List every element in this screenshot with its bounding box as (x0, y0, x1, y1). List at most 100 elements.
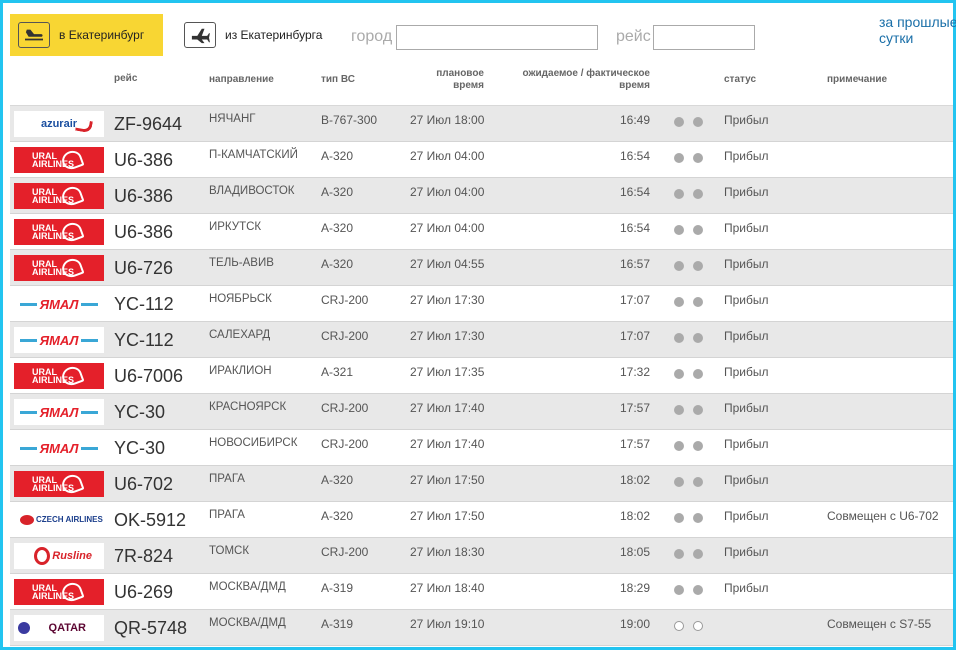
col-actual: ожидаемое / фактическое время (500, 68, 650, 92)
airline-logo-text: azurair (40, 118, 78, 130)
table-row[interactable]: Rusline 7R-824 ТОМСК CRJ-200 27 Июл 18:30 18:… (10, 538, 953, 574)
scheduled-time: 27 Июл 18:30 (410, 545, 485, 559)
table-row[interactable]: URAL AIRLINES U6-386 ВЛАДИВОСТОК A-320 27 Ию… (10, 178, 953, 214)
actual-time: 16:57 (619, 257, 650, 271)
actual-time: 17:32 (619, 365, 650, 379)
scheduled-time: 27 Июл 17:50 (410, 509, 485, 523)
destination: ИРКУТСК (209, 221, 262, 233)
flight-number[interactable]: QR-5748 (114, 618, 187, 639)
airline-logo: URAL AIRLINES (14, 183, 104, 209)
tab-arrivals-label: в Екатеринбург (59, 28, 145, 42)
table-row[interactable]: URAL AIRLINES U6-269 МОСКВА/ДМД A-319 27 Июл… (10, 574, 953, 610)
tab-arrivals[interactable]: в Екатеринбург (10, 14, 163, 56)
col-scheduled-line1: плановое (436, 68, 484, 79)
table-row[interactable]: URAL AIRLINES U6-726 ТЕЛЬ-АВИВ A-320 27 Июл … (10, 250, 953, 286)
destination: НОВОСИБИРСК (209, 437, 298, 449)
airline-logo-text: Rusline (52, 550, 92, 562)
aircraft-type: A-320 (321, 221, 354, 235)
status-dot-icon (693, 441, 703, 451)
flight-number[interactable]: YC-30 (114, 438, 165, 459)
scheduled-time: 27 Июл 17:50 (410, 473, 485, 487)
destination: КРАСНОЯРСК (209, 401, 287, 413)
flight-status: Прибыл (724, 293, 769, 307)
rusline-mark-icon (34, 547, 50, 565)
airline-logo: URAL AIRLINES (14, 255, 104, 281)
previous-day-link-line2: сутки (879, 30, 914, 46)
flight-status: Прибыл (724, 185, 769, 199)
flight-number[interactable]: U6-7006 (114, 366, 183, 387)
flight-number[interactable]: U6-726 (114, 258, 173, 279)
col-actual-line2: время (619, 80, 650, 91)
flight-number[interactable]: 7R-824 (114, 546, 173, 567)
flight-number[interactable]: YC-30 (114, 402, 165, 423)
actual-time: 17:57 (619, 401, 650, 415)
flight-status: Прибыл (724, 401, 769, 415)
scheduled-time: 27 Июл 17:30 (410, 329, 485, 343)
airline-logo-text: CZECH AIRLINES (36, 515, 103, 524)
actual-time: 17:57 (619, 437, 650, 451)
flight-number[interactable]: U6-269 (114, 582, 173, 603)
aircraft-type: CRJ-200 (321, 437, 369, 451)
table-row[interactable]: ЯМАЛ YC-30 КРАСНОЯРСК CRJ-200 27 Июл 17:40 17… (10, 394, 953, 430)
flight-number[interactable]: YC-112 (114, 330, 174, 351)
flight-number[interactable]: U6-386 (114, 222, 173, 243)
flight-number[interactable]: U6-386 (114, 150, 173, 171)
table-row[interactable]: azurair ZF-9644 НЯЧАНГ B-767-300 27 Июл 18:0… (10, 106, 953, 142)
destination: НЯЧАНГ (209, 113, 256, 125)
col-note: примечание (827, 74, 888, 85)
aircraft-type: CRJ-200 (321, 293, 369, 307)
destination: ИРАКЛИОН (209, 365, 272, 377)
airline-logo-text: ЯМАЛ (36, 404, 82, 420)
tab-departures-label: из Екатеринбурга (225, 28, 323, 42)
actual-time: 18:29 (619, 581, 650, 595)
aircraft-type: A-320 (321, 149, 354, 163)
scheduled-time: 27 Июл 17:40 (410, 401, 485, 415)
status-dot-icon (674, 477, 684, 487)
airline-logo: URAL AIRLINES (14, 471, 104, 497)
flight-number[interactable]: ZF-9644 (114, 114, 182, 135)
flight-number[interactable]: OK-5912 (114, 510, 186, 531)
table-row[interactable]: ЯМАЛ YC-112 НОЯБРЬСК CRJ-200 27 Июл 17:30 17:… (10, 286, 953, 322)
status-dot-icon (693, 297, 703, 307)
status-dot-icon (693, 333, 703, 343)
city-search-label: город (351, 28, 393, 45)
actual-time: 16:54 (619, 185, 650, 199)
table-body: azurair ZF-9644 НЯЧАНГ B-767-300 27 Июл 18:0… (10, 106, 953, 646)
plane-takeoff-icon (184, 22, 216, 48)
status-dot-icon (693, 369, 703, 379)
airline-logo-text: ЯМАЛ (36, 296, 82, 312)
flight-status: Прибыл (724, 257, 769, 271)
destination: ТЕЛЬ-АВИВ (209, 257, 274, 269)
status-dot-icon (674, 117, 684, 127)
status-dot-icon (674, 513, 684, 523)
table-row[interactable]: ЯМАЛ YC-112 САЛЕХАРД CRJ-200 27 Июл 17:30 17:… (10, 322, 953, 358)
actual-time: 19:00 (619, 617, 650, 631)
table-row[interactable]: ЯМАЛ YC-30 НОВОСИБИРСК CRJ-200 27 Июл 17:40 1… (10, 430, 953, 466)
table-row[interactable]: QATAR QR-5748 МОСКВА/ДМД A-319 27 Июл 19:10 1… (10, 610, 953, 646)
status-dot-icon (674, 549, 684, 559)
destination: ВЛАДИВОСТОК (209, 185, 295, 197)
destination: МОСКВА/ДМД (209, 581, 286, 593)
destination: ПРАГА (209, 509, 245, 521)
flight-number[interactable]: U6-702 (114, 474, 173, 495)
previous-day-link-line1: за прошлые (879, 14, 956, 30)
airline-logo: Rusline (14, 543, 104, 569)
city-search-input[interactable] (396, 25, 598, 50)
table-row[interactable]: URAL AIRLINES U6-702 ПРАГА A-320 27 Июл 17:5… (10, 466, 953, 502)
flight-search-input[interactable] (653, 25, 755, 50)
table-row[interactable]: CZECH AIRLINES OK-5912 ПРАГА A-320 27 Июл 17… (10, 502, 953, 538)
table-row[interactable]: URAL AIRLINES U6-386 ИРКУТСК A-320 27 Июл 04… (10, 214, 953, 250)
flight-status: Прибыл (724, 545, 769, 559)
tab-departures[interactable]: из Екатеринбурга (176, 14, 336, 56)
airline-logo: azurair (14, 111, 104, 137)
actual-time: 17:07 (619, 293, 650, 307)
previous-day-link[interactable]: за прошлые сутки (879, 14, 956, 46)
flight-board-frame: в Екатеринбург из Екатеринбурга город ре… (0, 0, 956, 650)
flight-status: Прибыл (724, 437, 769, 451)
table-row[interactable]: URAL AIRLINES U6-386 П-КАМЧАТСКИЙ A-320 27 И… (10, 142, 953, 178)
flight-search-label: рейс (616, 28, 651, 45)
table-row[interactable]: URAL AIRLINES U6-7006 ИРАКЛИОН A-321 27 Июл … (10, 358, 953, 394)
aircraft-type: A-320 (321, 473, 354, 487)
flight-number[interactable]: YC-112 (114, 294, 174, 315)
flight-number[interactable]: U6-386 (114, 186, 173, 207)
